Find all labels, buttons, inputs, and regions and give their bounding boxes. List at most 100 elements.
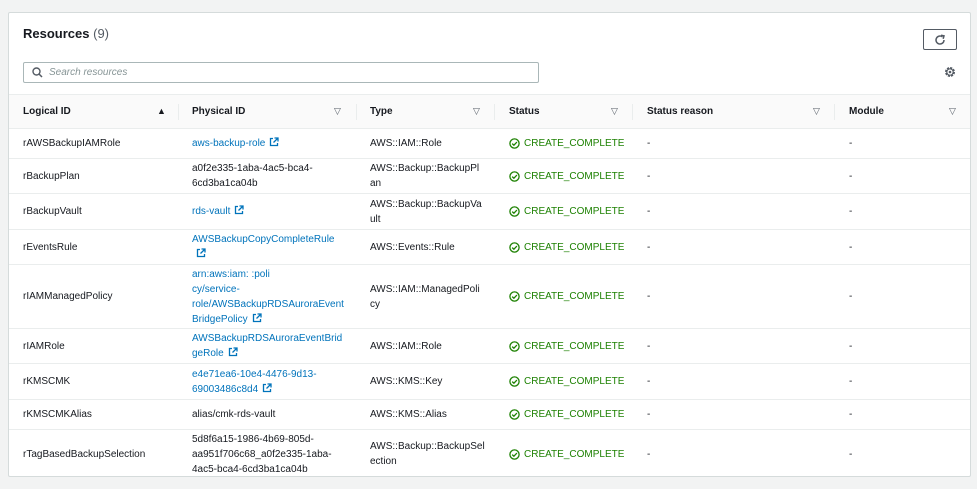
module-text: -	[849, 241, 853, 253]
sort-icon[interactable]: ▽	[611, 106, 618, 117]
cell-status: CREATE_COMPLETE	[509, 159, 629, 193]
refresh-button[interactable]	[923, 29, 957, 50]
physical-id-line[interactable]: geRole	[192, 348, 224, 359]
table-row: rIAMManagedPolicy arn:aws:iam: :poli cy/se…	[9, 265, 970, 329]
type-text: AWS::Backup::BackupVa	[370, 198, 482, 210]
physical-id-line[interactable]: role/AWSBackupRDSAuroraEvent	[192, 299, 344, 310]
sort-ascending-icon[interactable]: ▲	[157, 106, 166, 116]
column-header-module[interactable]: Module	[849, 95, 884, 128]
cell-type: AWS::Events::Rule	[370, 230, 490, 264]
type-text: AWS::Backup::BackupPl	[370, 163, 480, 174]
status-badge: CREATE_COMPLETE	[509, 407, 624, 422]
refresh-icon	[935, 33, 945, 45]
check-circle-icon	[509, 170, 520, 182]
column-header-physical-id[interactable]: Physical ID	[192, 95, 245, 128]
external-link-icon[interactable]	[196, 248, 206, 258]
physical-id-line[interactable]: rds-vault	[192, 206, 230, 217]
status-text: CREATE_COMPLETE	[524, 291, 625, 302]
cell-physical-id[interactable]: rds-vault	[192, 194, 352, 229]
cell-status-reason: -	[647, 400, 827, 429]
physical-id-line[interactable]: arn:aws:iam: :poli	[192, 269, 270, 280]
physical-id-link[interactable]: BridgePolicy	[192, 312, 344, 327]
type-text: ult	[370, 213, 381, 225]
column-divider[interactable]	[632, 104, 633, 120]
search-box[interactable]	[23, 62, 539, 83]
physical-id-link[interactable]: geRole	[192, 346, 342, 361]
physical-id-link[interactable]: AWSBackupCopyCompleteRule	[192, 232, 334, 247]
cell-module: -	[849, 430, 949, 476]
column-divider[interactable]	[834, 104, 835, 120]
cell-logical-id: rEventsRule	[23, 230, 183, 264]
cell-logical-id: rBackupPlan	[23, 159, 183, 193]
physical-id-link[interactable]: rds-vault	[192, 204, 245, 219]
physical-id-link[interactable]: role/AWSBackupRDSAuroraEvent	[192, 297, 344, 312]
physical-id-line[interactable]: BridgePolicy	[192, 314, 248, 325]
type-text: AWS::IAM::Role	[370, 340, 442, 352]
search-icon	[32, 67, 43, 78]
physical-id-link[interactable]: 69003486c8d4	[192, 382, 317, 397]
column-divider[interactable]	[178, 104, 179, 120]
physical-id-line[interactable]: AWSBackupRDSAuroraEventBrid	[192, 333, 342, 344]
external-link-icon[interactable]	[269, 137, 280, 147]
physical-id-link[interactable]: arn:aws:iam: :poli	[192, 267, 344, 282]
logical-id-text: rIAMManagedPolicy	[23, 291, 113, 302]
external-link-icon[interactable]	[228, 347, 238, 357]
type-text: AWS::KMS::Alias	[370, 409, 447, 420]
cell-logical-id: rAWSBackupIAMRole	[23, 129, 183, 158]
search-input[interactable]	[49, 67, 529, 78]
cell-physical-id[interactable]: AWSBackupCopyCompleteRule	[192, 230, 352, 264]
column-header-logical-id[interactable]: Logical ID	[23, 95, 71, 128]
column-header-type[interactable]: Type	[370, 95, 393, 128]
sort-icon[interactable]: ▽	[949, 106, 956, 117]
physical-id-link[interactable]: cy/service-	[192, 282, 344, 297]
gear-icon[interactable]	[943, 65, 957, 79]
status-badge: CREATE_COMPLETE	[509, 339, 624, 354]
resources-table: Logical ID ▲ Physical ID ▽ Type ▽ Status…	[9, 94, 970, 476]
physical-id-line[interactable]: e4e71ea6-10e4-4476-9d13-	[192, 369, 317, 380]
cell-status-reason: -	[647, 159, 827, 193]
check-circle-icon	[509, 409, 520, 420]
type-text: AWS::Backup::BackupSel	[370, 441, 485, 452]
cell-module: -	[849, 400, 949, 429]
physical-id-text: a0f2e335-1aba-4ac5-bca4-	[192, 161, 313, 176]
column-header-status[interactable]: Status	[509, 95, 540, 128]
sort-icon[interactable]: ▽	[334, 106, 341, 117]
table-body: rAWSBackupIAMRole aws-backup-role AWS::IAM…	[9, 129, 970, 476]
cell-physical-id[interactable]: aws-backup-role	[192, 129, 352, 158]
column-divider[interactable]	[494, 104, 495, 120]
physical-id-link[interactable]: AWSBackupRDSAuroraEventBrid	[192, 331, 342, 346]
status-reason-text: -	[647, 138, 651, 149]
cell-physical-id[interactable]: AWSBackupRDSAuroraEventBrid geRole	[192, 329, 352, 363]
cell-physical-id: alias/cmk-rds-vault	[192, 400, 352, 429]
external-link-icon[interactable]	[262, 382, 272, 393]
cell-status-reason: -	[647, 194, 827, 229]
physical-id-link[interactable]	[192, 247, 334, 262]
module-text: -	[849, 376, 853, 387]
column-divider[interactable]	[356, 104, 357, 120]
physical-id-link[interactable]: e4e71ea6-10e4-4476-9d13-	[192, 367, 317, 382]
physical-id-text: 5d8f6a15-1986-4b69-805d-	[192, 432, 332, 447]
logical-id-text: rEventsRule	[23, 241, 78, 253]
logical-id-text: rTagBasedBackupSelection	[23, 448, 146, 460]
physical-id-line: a0f2e335-1aba-4ac5-bca4-	[192, 163, 313, 174]
cell-type: AWS::IAM::Role	[370, 129, 490, 158]
external-link-icon[interactable]	[252, 312, 262, 323]
module-text: -	[849, 340, 853, 352]
physical-id-line[interactable]: AWSBackupCopyCompleteRule	[192, 234, 334, 245]
physical-id-link[interactable]: aws-backup-role	[192, 136, 280, 151]
physical-id-line[interactable]: 69003486c8d4	[192, 384, 258, 395]
external-link-icon[interactable]	[234, 205, 245, 215]
cell-status: CREATE_COMPLETE	[509, 400, 629, 429]
physical-id-line: 4ac5-bca4-6cd3ba1ca04b	[192, 463, 308, 475]
status-text: CREATE_COMPLETE	[524, 206, 625, 217]
cell-physical-id[interactable]: e4e71ea6-10e4-4476-9d13- 69003486c8d4	[192, 364, 352, 399]
column-header-status-reason[interactable]: Status reason	[647, 95, 713, 128]
physical-id-line[interactable]: aws-backup-role	[192, 138, 265, 149]
sort-icon[interactable]: ▽	[813, 106, 820, 117]
cell-type: AWS::Backup::BackupVault	[370, 194, 490, 229]
cell-status: CREATE_COMPLETE	[509, 329, 629, 363]
physical-id-line[interactable]: cy/service-	[192, 284, 240, 295]
sort-icon[interactable]: ▽	[473, 106, 480, 117]
check-circle-icon	[509, 241, 520, 253]
cell-physical-id[interactable]: arn:aws:iam: :poli cy/service-role/AWSBac…	[192, 265, 352, 328]
